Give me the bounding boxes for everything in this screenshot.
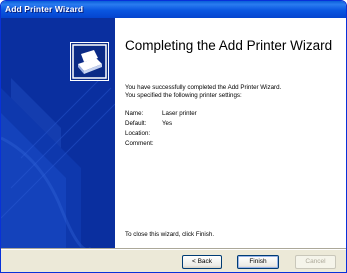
description: You have successfully completed the Add … xyxy=(125,84,345,99)
setting-label: Name: xyxy=(125,110,144,117)
setting-label: Default: xyxy=(125,120,147,127)
wizard-content: Completing the Add Printer Wizard You ha… xyxy=(115,18,346,248)
add-printer-wizard-window: Add Printer Wizard Completing the Add Pr… xyxy=(0,0,347,273)
button-divider xyxy=(1,248,346,250)
settings-list: Name: Laser printer Default: Yes Locatio… xyxy=(125,109,345,149)
back-button[interactable]: < Back xyxy=(182,255,222,269)
setting-value: Yes xyxy=(162,120,173,127)
setting-value: Laser printer xyxy=(162,110,197,117)
setting-label: Location: xyxy=(125,130,151,137)
setting-row-name: Name: Laser printer xyxy=(125,109,345,119)
wizard-sidebar xyxy=(1,18,115,248)
closing-instruction: To close this wizard, click Finish. xyxy=(125,231,215,238)
description-line-2: You specified the following printer sett… xyxy=(125,91,242,99)
setting-row-comment: Comment: xyxy=(125,139,345,149)
description-line-1: You have successfully completed the Add … xyxy=(125,84,282,91)
finish-button[interactable]: Finish xyxy=(237,255,279,269)
setting-row-default: Default: Yes xyxy=(125,119,345,129)
window-title: Add Printer Wizard xyxy=(5,4,84,14)
title-bar[interactable]: Add Printer Wizard xyxy=(1,1,346,18)
setting-row-location: Location: xyxy=(125,129,345,139)
setting-label: Comment: xyxy=(125,140,154,147)
printer-icon xyxy=(70,42,109,81)
cancel-button[interactable]: Cancel xyxy=(295,255,336,269)
page-title: Completing the Add Printer Wizard xyxy=(125,38,333,53)
